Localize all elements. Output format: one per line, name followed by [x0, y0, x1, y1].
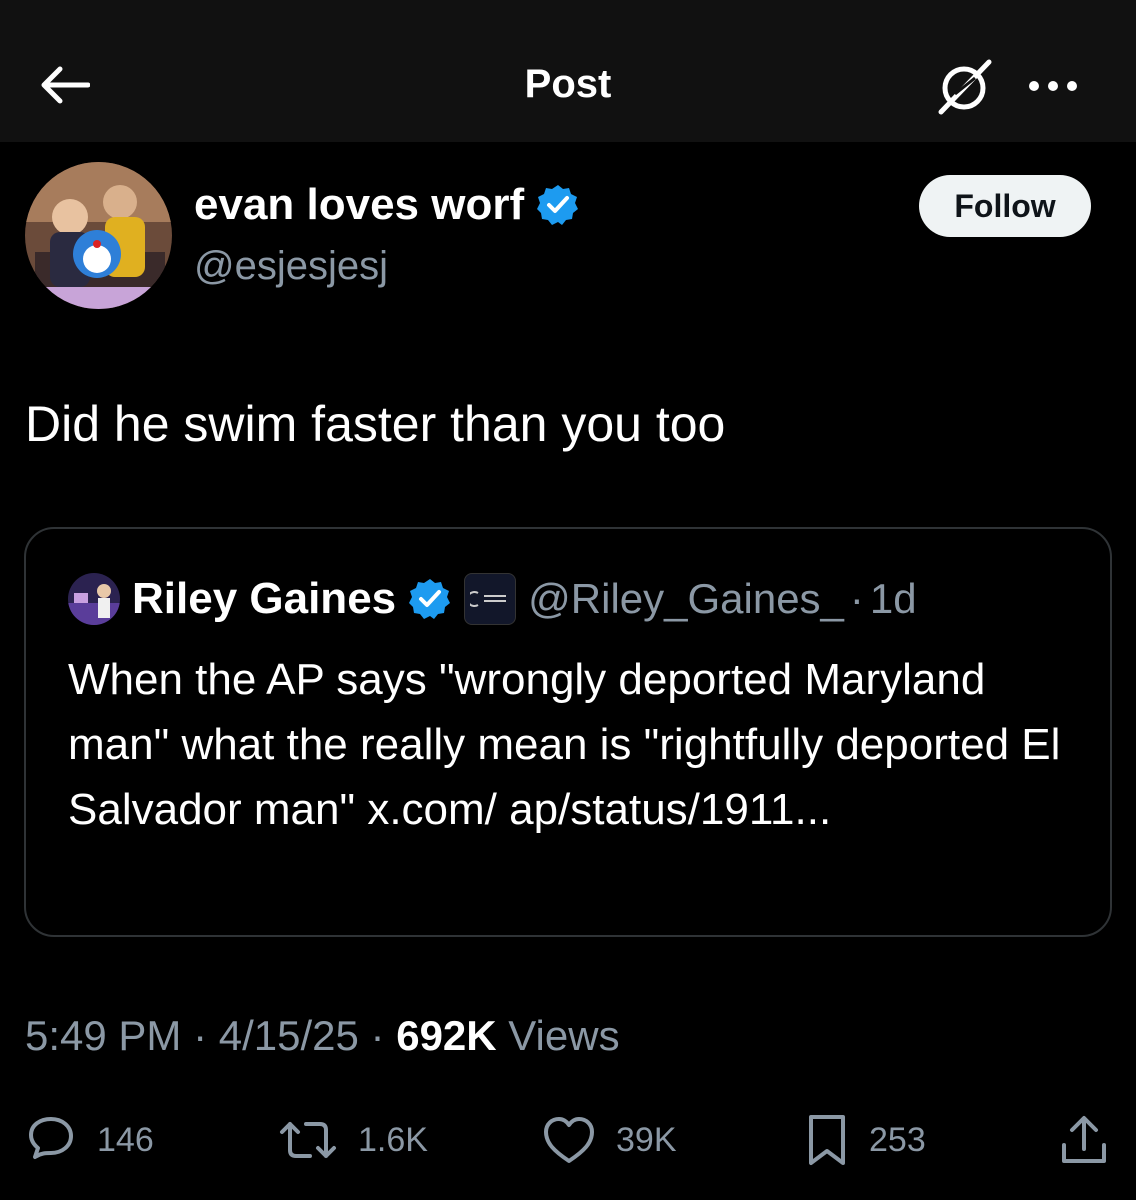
bookmark-count: 253 [869, 1120, 926, 1159]
share-icon [1062, 1116, 1106, 1163]
reply-button[interactable]: 146 [25, 1110, 154, 1170]
author-name-text: evan loves worf [194, 180, 525, 229]
more-button[interactable] [1025, 68, 1081, 104]
grok-icon [938, 59, 992, 115]
more-dot [1029, 81, 1039, 91]
share-button[interactable] [1058, 1110, 1110, 1170]
quoted-post[interactable]: Riley Gaines @Riley_Gaines_ · 1d When th… [24, 527, 1112, 937]
quoted-author-avatar [68, 573, 120, 625]
top-bar: Post [0, 0, 1136, 142]
meta-separator: · [358, 1012, 397, 1059]
quoted-author-handle: @Riley_Gaines_ [528, 575, 844, 622]
meta-separator: · [181, 1012, 219, 1059]
repost-button[interactable]: 1.6K [278, 1110, 428, 1170]
bookmark-button[interactable]: 253 [805, 1110, 926, 1170]
repost-icon [280, 1122, 336, 1158]
action-bar: 146 1.6K 39K 253 [0, 1110, 1136, 1170]
repost-count: 1.6K [358, 1120, 428, 1159]
author-avatar[interactable] [25, 162, 172, 309]
post-meta: 5:49 PM · 4/15/25 · 692K Views [25, 1012, 620, 1060]
avatar-image [25, 162, 172, 309]
author-name[interactable]: evan loves worf [194, 180, 580, 230]
author-handle[interactable]: @esjesjesj [194, 244, 388, 289]
post-text: Did he swim faster than you too [25, 396, 726, 452]
views-count[interactable]: 692K [396, 1012, 496, 1059]
bookmark-icon [809, 1115, 845, 1165]
verified-badge-icon [409, 579, 451, 619]
views-label: Views [496, 1012, 620, 1059]
quoted-post-text: When the AP says "wrongly deported Maryl… [68, 655, 1061, 834]
heart-icon [544, 1117, 594, 1163]
affiliation-badge [464, 573, 517, 625]
quoted-avatar-image [68, 573, 120, 625]
affiliation-logo-icon [470, 591, 507, 607]
follow-button[interactable]: Follow [919, 175, 1091, 237]
quoted-post-header: Riley Gaines @Riley_Gaines_ · 1d [68, 573, 917, 625]
reply-count: 146 [97, 1120, 154, 1159]
quoted-author-name: Riley Gaines [132, 574, 397, 623]
like-button[interactable]: 39K [542, 1110, 677, 1170]
verified-badge-icon [537, 185, 579, 225]
like-count: 39K [616, 1120, 677, 1159]
more-dot [1048, 81, 1058, 91]
post-date: 4/15/25 [218, 1012, 359, 1059]
grok-button[interactable] [935, 56, 995, 116]
post-time: 5:49 PM [25, 1012, 182, 1059]
more-dot [1067, 81, 1077, 91]
quoted-separator: · [849, 575, 864, 622]
quoted-post-age: 1d [869, 575, 917, 622]
reply-icon [29, 1117, 73, 1159]
